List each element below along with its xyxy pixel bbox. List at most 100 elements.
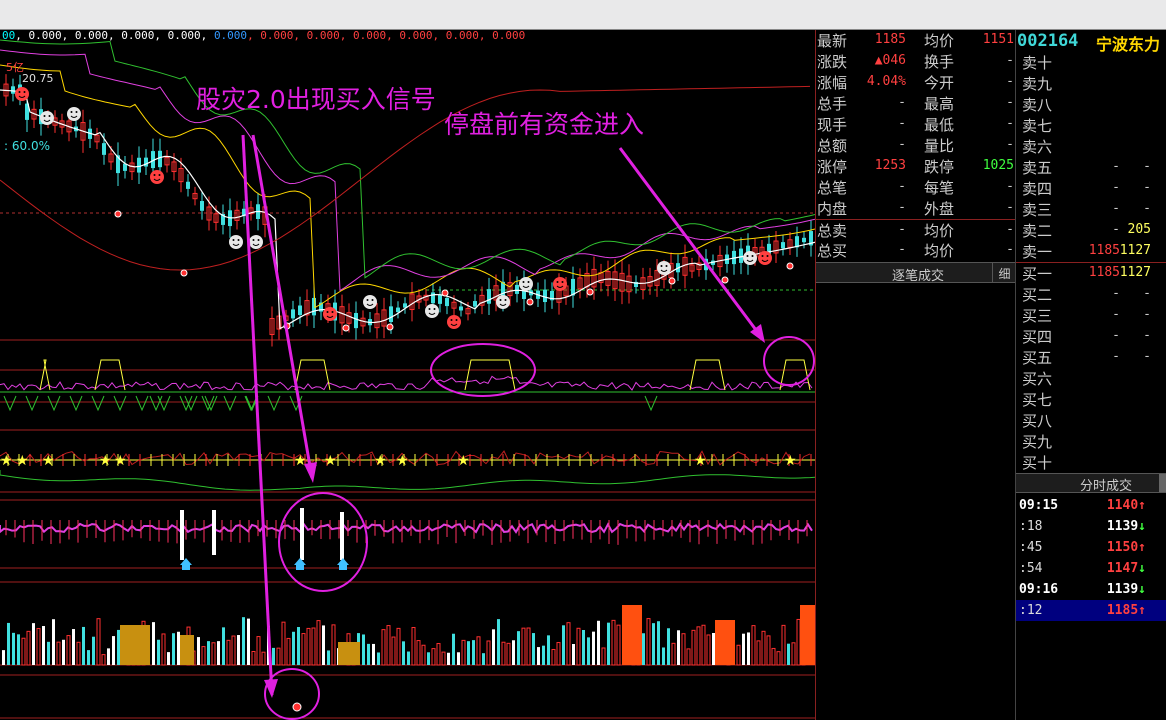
tick-trades-button[interactable]: 逐笔成交 细 xyxy=(816,262,1016,284)
volume-bar xyxy=(256,636,261,666)
timesales-button[interactable]: 分时成交 xyxy=(1016,473,1166,494)
buy-level-row[interactable]: 买十 xyxy=(1016,452,1166,473)
quote-value: - xyxy=(898,95,906,110)
candle-body xyxy=(473,301,477,307)
kline-chart-panel[interactable]: 00, 0.000, 0.000, 0.000, 0.000, 0.000, 0… xyxy=(0,30,815,720)
timesales-row[interactable]: :18 1139↓ xyxy=(1016,516,1166,537)
volume-bar xyxy=(17,634,20,665)
volume-bar xyxy=(562,625,565,665)
volume-bar xyxy=(787,643,790,665)
sell-level-row[interactable]: 卖十 xyxy=(1016,52,1166,73)
sell-level-row[interactable]: 卖三 - - xyxy=(1016,199,1166,220)
star-icon: ★ xyxy=(396,453,409,469)
buy-level-row[interactable]: 买九 xyxy=(1016,431,1166,452)
buy-level-row[interactable]: 买七 xyxy=(1016,389,1166,410)
buy-level-row[interactable]: 买一 1185 1127 xyxy=(1016,263,1166,284)
smiley-icon xyxy=(519,277,533,291)
quote-label: 跌停 xyxy=(924,158,955,176)
level-volume: - xyxy=(1143,328,1151,343)
white-bar xyxy=(212,510,216,555)
candle-body xyxy=(396,307,400,313)
sell-level-row[interactable]: 卖七 xyxy=(1016,115,1166,136)
buy-level-row[interactable]: 买八 xyxy=(1016,410,1166,431)
buy-level-row[interactable]: 买四 - - xyxy=(1016,326,1166,347)
volume-bar xyxy=(261,651,266,666)
trade-time: :18 xyxy=(1019,519,1043,534)
quote-value: - xyxy=(1006,53,1014,68)
buy-level-row[interactable]: 买六 xyxy=(1016,368,1166,389)
sell-level-row[interactable]: 卖五 - - xyxy=(1016,157,1166,178)
sell-level-row[interactable]: 卖六 xyxy=(1016,136,1166,157)
volume-bar xyxy=(587,637,590,665)
tick-detail-button[interactable]: 细 xyxy=(992,263,1016,282)
arrow-head xyxy=(304,462,317,483)
quote-value: - xyxy=(1006,179,1014,194)
sell-level-row[interactable]: 卖二 -205 xyxy=(1016,220,1166,241)
volume-bar xyxy=(501,641,506,666)
volume-bar xyxy=(776,651,781,666)
quote-label: 总笔 xyxy=(817,179,848,197)
timesales-row[interactable]: :45 1150↑ xyxy=(1016,537,1166,558)
v-signal xyxy=(267,395,281,412)
indicator-value-1: , 0.000, 0.000, 0.000, 0.000, xyxy=(15,30,214,42)
candle-body xyxy=(543,289,547,303)
volume-bar xyxy=(237,635,240,665)
quote-value: - xyxy=(898,200,906,215)
quote-label: 最新 xyxy=(817,32,848,50)
volume-bar xyxy=(72,629,75,665)
volume-bar xyxy=(761,630,766,666)
quote-value: - xyxy=(898,179,906,194)
quote-value: - xyxy=(1006,95,1014,110)
quote-value: - xyxy=(898,242,906,257)
kline-chart-svg[interactable]: 00, 0.000, 0.000, 0.000, 0.000, 0.000, 0… xyxy=(0,30,815,720)
volume-bar xyxy=(646,618,651,666)
quote-row: 涨幅 4.04% 今开 - xyxy=(816,72,1016,93)
timesales-row[interactable]: :54 1147↓ xyxy=(1016,558,1166,579)
smiley-icon xyxy=(150,170,164,184)
quote-label: 现手 xyxy=(817,116,848,134)
volume-bar xyxy=(497,619,500,665)
volume-bar xyxy=(547,635,550,665)
arrow-up-icon: ↑ xyxy=(1138,498,1146,513)
level-label: 卖六 xyxy=(1022,138,1053,156)
level-label: 买五 xyxy=(1022,349,1053,367)
cap-label: 5亿 xyxy=(6,61,24,74)
arrow-up-icon: ↑ xyxy=(1138,540,1146,555)
buy-level-row[interactable]: 买二 - - xyxy=(1016,284,1166,305)
level-label: 买一 xyxy=(1022,265,1053,283)
timesales-row[interactable]: :12 1185↑ xyxy=(1016,600,1166,621)
smiley-icon xyxy=(249,235,263,249)
volume-bar xyxy=(251,650,256,666)
price-high-label: 20.75 xyxy=(22,72,54,85)
volume-bar xyxy=(572,643,575,665)
volume-bar xyxy=(447,652,450,665)
sell-level-row[interactable]: 卖九 xyxy=(1016,73,1166,94)
level-label: 买七 xyxy=(1022,391,1053,409)
stock-header[interactable]: 002164 宁波东力 xyxy=(1016,30,1166,54)
quote-label: 外盘 xyxy=(924,200,955,218)
volume-bar xyxy=(226,639,231,666)
sell-level-row[interactable]: 卖八 xyxy=(1016,94,1166,115)
sell-level-row[interactable]: 卖一 1185 1127 xyxy=(1016,241,1166,262)
quote-label: 今开 xyxy=(924,74,955,92)
volume-bar xyxy=(152,622,155,665)
volume-bar xyxy=(671,642,676,666)
buy-level-row[interactable]: 买三 - - xyxy=(1016,305,1166,326)
volume-bar xyxy=(161,633,166,666)
volume-bar xyxy=(292,631,295,665)
volume-bar xyxy=(756,640,761,666)
buy-level-row[interactable]: 买五 - - xyxy=(1016,347,1166,368)
volume-bar xyxy=(457,652,460,665)
level-label: 买四 xyxy=(1022,328,1053,346)
smiley-icon xyxy=(657,261,671,275)
white-bar xyxy=(300,508,304,560)
ma-line-green xyxy=(0,39,815,279)
volume-bar xyxy=(566,622,571,666)
trade-price: 1185↑ xyxy=(1106,603,1146,618)
candle-body xyxy=(291,309,295,319)
scrollbar-thumb[interactable] xyxy=(1159,474,1166,492)
timesales-row[interactable]: 09:16 1139↓ xyxy=(1016,579,1166,600)
window-title-bar xyxy=(0,0,1166,30)
timesales-row[interactable]: 09:15 1140↑ xyxy=(1016,495,1166,516)
sell-level-row[interactable]: 卖四 - - xyxy=(1016,178,1166,199)
